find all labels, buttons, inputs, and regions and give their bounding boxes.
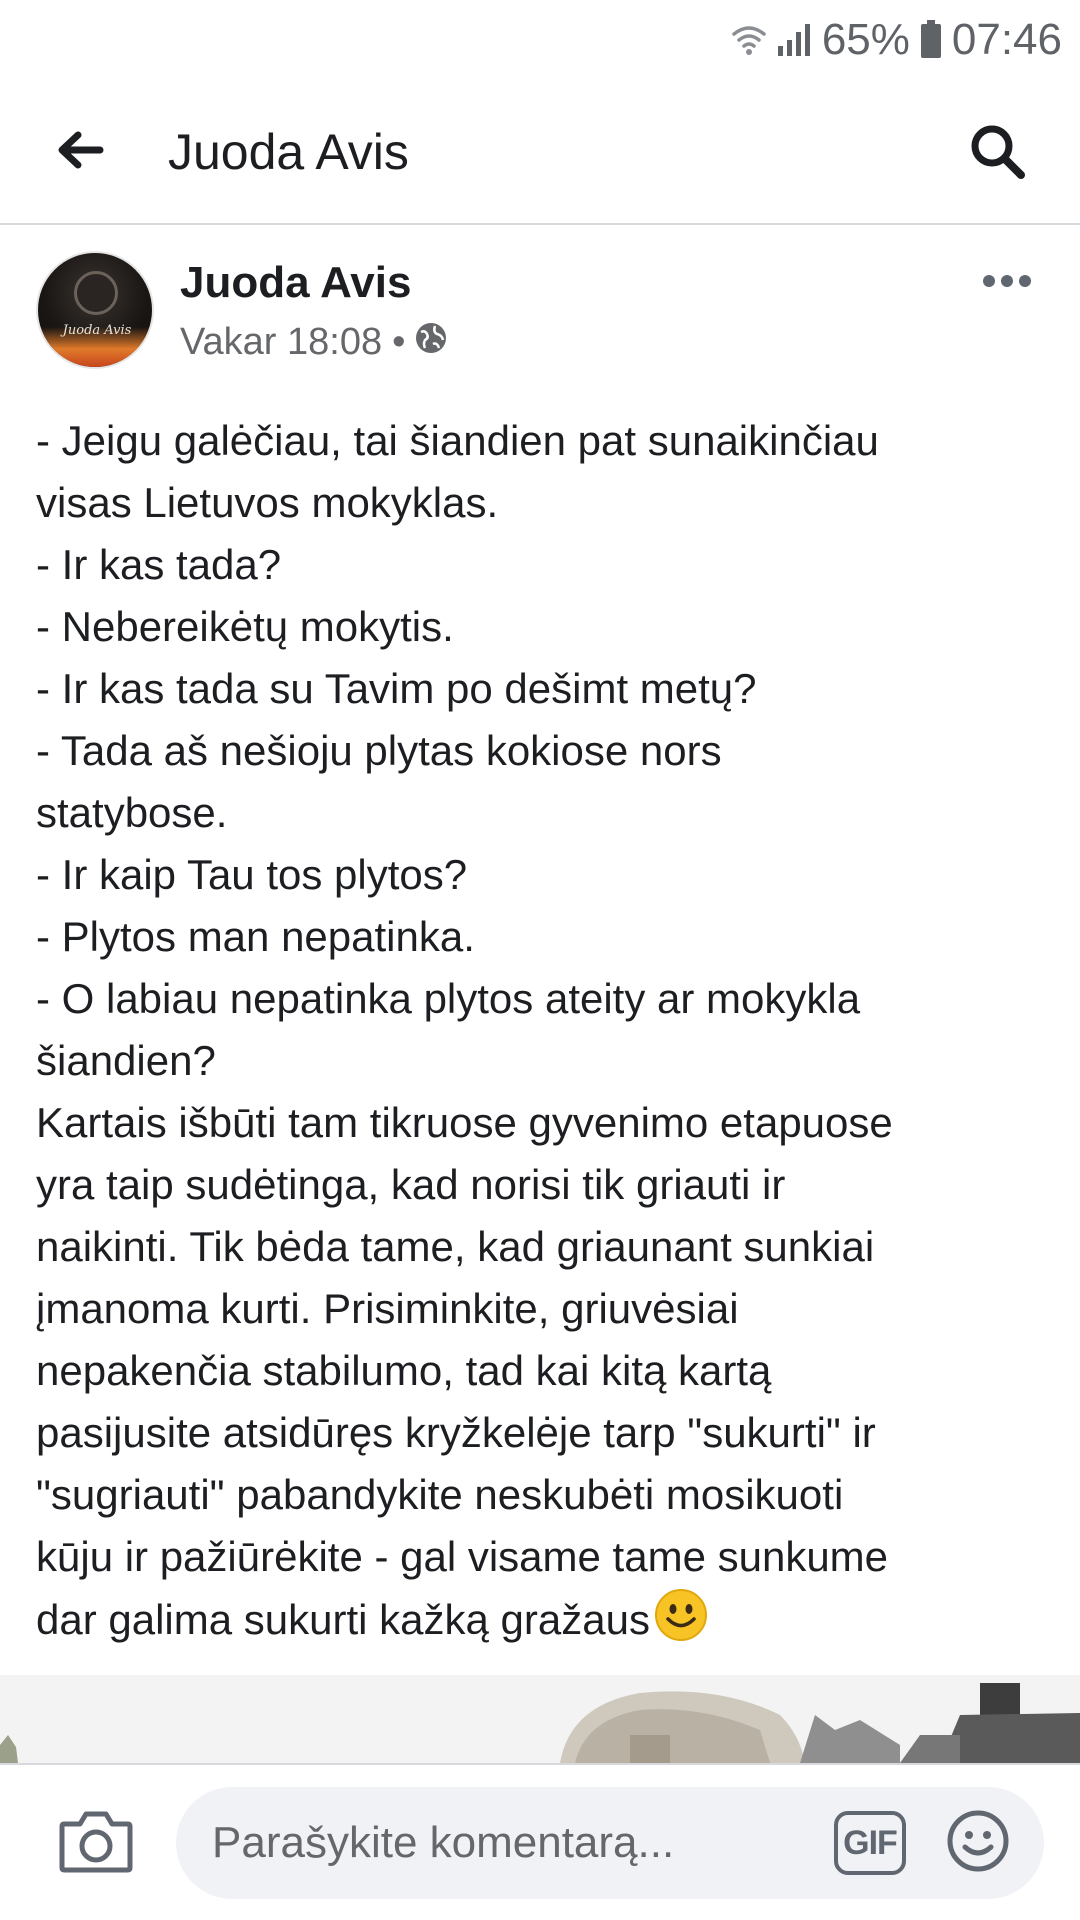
smiley-emoji-icon — [654, 1588, 708, 1659]
clock: 07:46 — [951, 15, 1062, 64]
post-line: visas Lietuvos mokyklas. — [36, 479, 499, 526]
post-author[interactable]: Juoda Avis — [180, 255, 411, 311]
post-line: šiandien? — [36, 1037, 216, 1084]
post-line: - Tada aš nešioju plytas kokiose nors — [36, 727, 722, 774]
battery-percent: 65% — [821, 15, 910, 64]
search-button[interactable] — [962, 118, 1032, 188]
post-meta: Vakar 18:08 • — [180, 317, 447, 367]
gif-button[interactable]: GIF — [834, 1811, 906, 1875]
status-indicators: 65% 07:46 — [732, 14, 1062, 66]
post-line: "sugriauti" pabandykite neskubėti mosiku… — [36, 1471, 844, 1518]
post-line: - Ir kas tada su Tavim po dešimt metų? — [36, 665, 757, 712]
post-line: - Plytos man nepatinka. — [36, 913, 475, 960]
post-line: - O labiau nepatinka plytos ateity ar mo… — [36, 975, 861, 1022]
search-icon — [967, 121, 1027, 186]
post-last-line: dar galima sukurti kažką gražaus — [36, 1588, 1046, 1659]
avatar-sheep — [74, 271, 118, 315]
post-line-text: dar galima sukurti kažką gražaus — [36, 1596, 650, 1643]
post-image[interactable] — [0, 1675, 1080, 1763]
more-options-button[interactable] — [972, 255, 1042, 311]
more-horizontal-icon — [982, 274, 1032, 293]
avatar-logo-text: Juoda Avis — [62, 323, 132, 338]
post-line: naikinti. Tik bėda tame, kad griaunant s… — [36, 1223, 875, 1270]
comment-input[interactable] — [212, 1787, 772, 1899]
header-title: Juoda Avis — [168, 124, 409, 180]
wifi-icon — [732, 20, 766, 60]
status-bar: 65% 07:46 — [0, 0, 1080, 80]
comment-input-container: GIF — [176, 1787, 1044, 1899]
post-line: - Ir kaip Tau tos plytos? — [36, 851, 468, 898]
meta-separator: • — [392, 321, 406, 363]
post-line: - Jeigu galėčiau, tai šiandien pat sunai… — [36, 417, 879, 464]
camera-icon — [58, 1808, 134, 1879]
comment-bar: GIF — [0, 1763, 1080, 1920]
post-line: - Ir kas tada? — [36, 541, 282, 588]
post-text: - Jeigu galėčiau, tai šiandien pat sunai… — [36, 410, 1046, 1659]
post-timestamp[interactable]: Vakar 18:08 — [180, 317, 382, 367]
avatar[interactable]: Juoda Avis — [36, 251, 154, 369]
signal-icon — [776, 22, 812, 58]
post-line: nepakenčia stabilumo, tad kai kitą kartą — [36, 1347, 772, 1394]
post-line: statybose. — [36, 789, 228, 836]
camera-button[interactable] — [56, 1805, 136, 1881]
smiley-icon — [946, 1809, 1010, 1878]
post-line: Kartais išbūti tam tikruose gyvenimo eta… — [36, 1099, 893, 1146]
post-line: kūju ir pažiūrėkite - gal visame tame su… — [36, 1533, 889, 1580]
post-header: Juoda Avis Juoda Avis Vakar 18:08 • — [0, 225, 1080, 385]
post-line: - Nebereikėtų mokytis. — [36, 603, 454, 650]
back-button[interactable] — [48, 120, 112, 184]
post-line: įmanoma kurti. Prisiminkite, griuvėsiai — [36, 1285, 739, 1332]
app-header: Juoda Avis — [0, 80, 1080, 225]
post-line: pasijusite atsidūręs kryžkelėje tarp "su… — [36, 1409, 876, 1456]
emoji-button[interactable] — [942, 1807, 1014, 1879]
post-line: yra taip sudėtinga, kad norisi tik griau… — [36, 1161, 786, 1208]
battery-icon — [920, 20, 942, 60]
arrow-left-icon — [56, 130, 104, 175]
globe-icon — [415, 317, 447, 367]
